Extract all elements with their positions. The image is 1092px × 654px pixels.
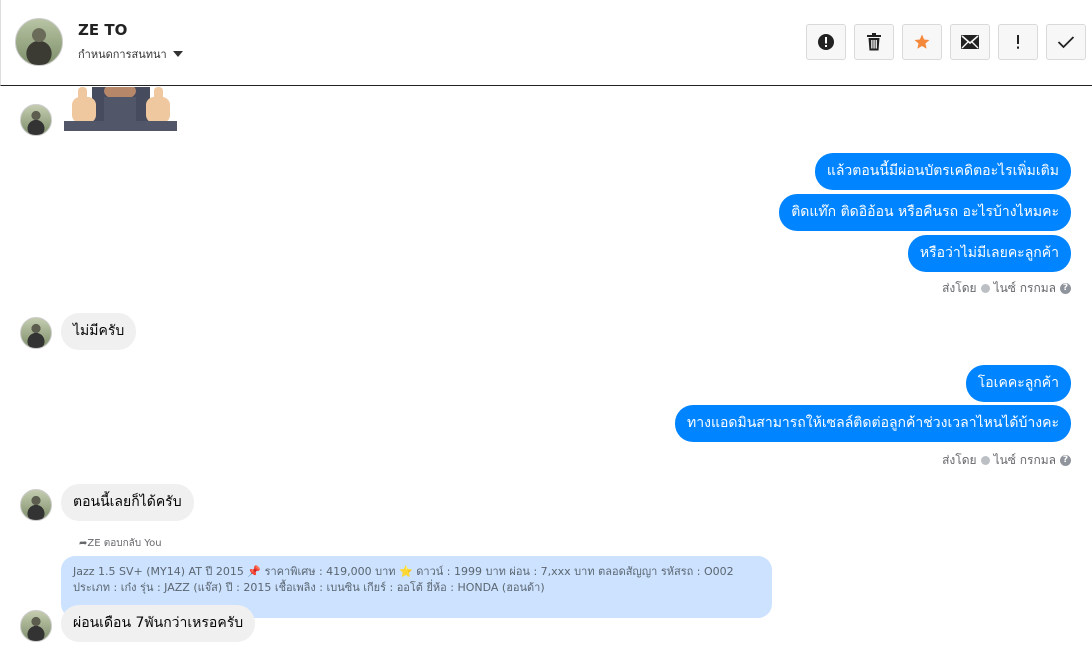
- star-icon: [914, 34, 930, 49]
- star-button[interactable]: [902, 24, 942, 60]
- sent-by-label: ส่งโดย: [942, 281, 977, 295]
- incoming-message[interactable]: ตอนนี้เลยก็ได้ครับ: [61, 484, 194, 521]
- sent-by-info: ส่งโดย ไนซ์ กรกมล ?: [942, 279, 1071, 298]
- outgoing-message[interactable]: แล้วตอนนี้มีผ่อนบัตรเคดิตอะไรเพิ่มเติม: [814, 153, 1071, 190]
- quote-text: Jazz 1.5 SV+ (MY14) AT ปี 2015: [73, 565, 244, 578]
- header-actions: [806, 24, 1086, 60]
- incoming-message[interactable]: ผ่อนเดือน 7พันกว่าเหรอครับ: [61, 605, 256, 642]
- quote-text: ดาวน์ : 1999 บาท ผ่อน : 7,xxx บาท ตลอดสั…: [416, 565, 734, 578]
- envelope-icon: [961, 35, 979, 49]
- trash-icon: [867, 33, 881, 51]
- outgoing-message[interactable]: หรือว่าไม่มีเลยคะลูกค้า: [907, 235, 1071, 272]
- outgoing-message[interactable]: โอเคคะลูกค้า: [965, 365, 1071, 402]
- sent-by-info: ส่งโดย ไนซ์ กรกมล ?: [942, 451, 1071, 470]
- help-icon[interactable]: ?: [1060, 283, 1071, 294]
- exclamation-icon: [1017, 35, 1019, 49]
- conversation-schedule-dropdown[interactable]: กำหนดการสนทนา: [78, 45, 183, 63]
- quote-text: ราคาพิเศษ : 419,000 บาท: [264, 565, 396, 578]
- help-icon[interactable]: ?: [1060, 455, 1071, 466]
- conversation-schedule-label: กำหนดการสนทนา: [78, 48, 167, 61]
- outgoing-message[interactable]: ติดแท๊ก ติดอิอ้อน หรือคืนรถ อะไรบ้างไหมค…: [779, 194, 1071, 231]
- alert-circle-icon: [818, 34, 834, 50]
- mark-done-button[interactable]: [1046, 24, 1086, 60]
- reply-indicator: ➦ZE ตอบกลับ You: [79, 536, 162, 551]
- pushpin-icon: 📌: [247, 565, 262, 578]
- contact-avatar-small: [20, 610, 52, 642]
- mark-important-button[interactable]: [998, 24, 1038, 60]
- check-icon: [1057, 36, 1075, 49]
- thumbs-up-sticker[interactable]: [64, 87, 177, 131]
- mail-button[interactable]: [950, 24, 990, 60]
- agent-name: ไนซ์ กรกมล: [993, 453, 1056, 467]
- conversation-header: ZE TO กำหนดการสนทนา: [0, 0, 1092, 86]
- sent-by-label: ส่งโดย: [942, 453, 977, 467]
- outgoing-message[interactable]: ทางแอดมินสามารถให้เซลล์ติดต่อลูกค้าช่วงเ…: [675, 405, 1071, 442]
- message-thread[interactable]: แล้วตอนนี้มีผ่อนบัตรเคดิตอะไรเพิ่มเติม ต…: [0, 87, 1092, 654]
- agent-name: ไนซ์ กรกมล: [993, 281, 1056, 295]
- agent-status-icon: [980, 284, 990, 293]
- contact-avatar-small: [20, 104, 52, 136]
- incoming-message[interactable]: ไม่มีครับ: [61, 313, 137, 350]
- delete-button[interactable]: [854, 24, 894, 60]
- contact-avatar-small: [20, 489, 52, 521]
- reply-label-text: ZE ตอบกลับ You: [87, 538, 162, 549]
- contact-name: ZE TO: [78, 21, 128, 39]
- star-emoji-icon: ⭐: [399, 565, 413, 578]
- report-button[interactable]: [806, 24, 846, 60]
- quote-line-2: ประเภท : เก๋ง รุ่น : JAZZ (แจ๊ส) ปี : 20…: [73, 581, 545, 594]
- quote-line-1: Jazz 1.5 SV+ (MY14) AT ปี 2015 📌 ราคาพิเ…: [73, 564, 760, 580]
- contact-avatar-small: [20, 317, 52, 349]
- caret-down-icon: [172, 51, 183, 57]
- contact-avatar[interactable]: [15, 18, 63, 66]
- agent-status-icon: [980, 456, 990, 465]
